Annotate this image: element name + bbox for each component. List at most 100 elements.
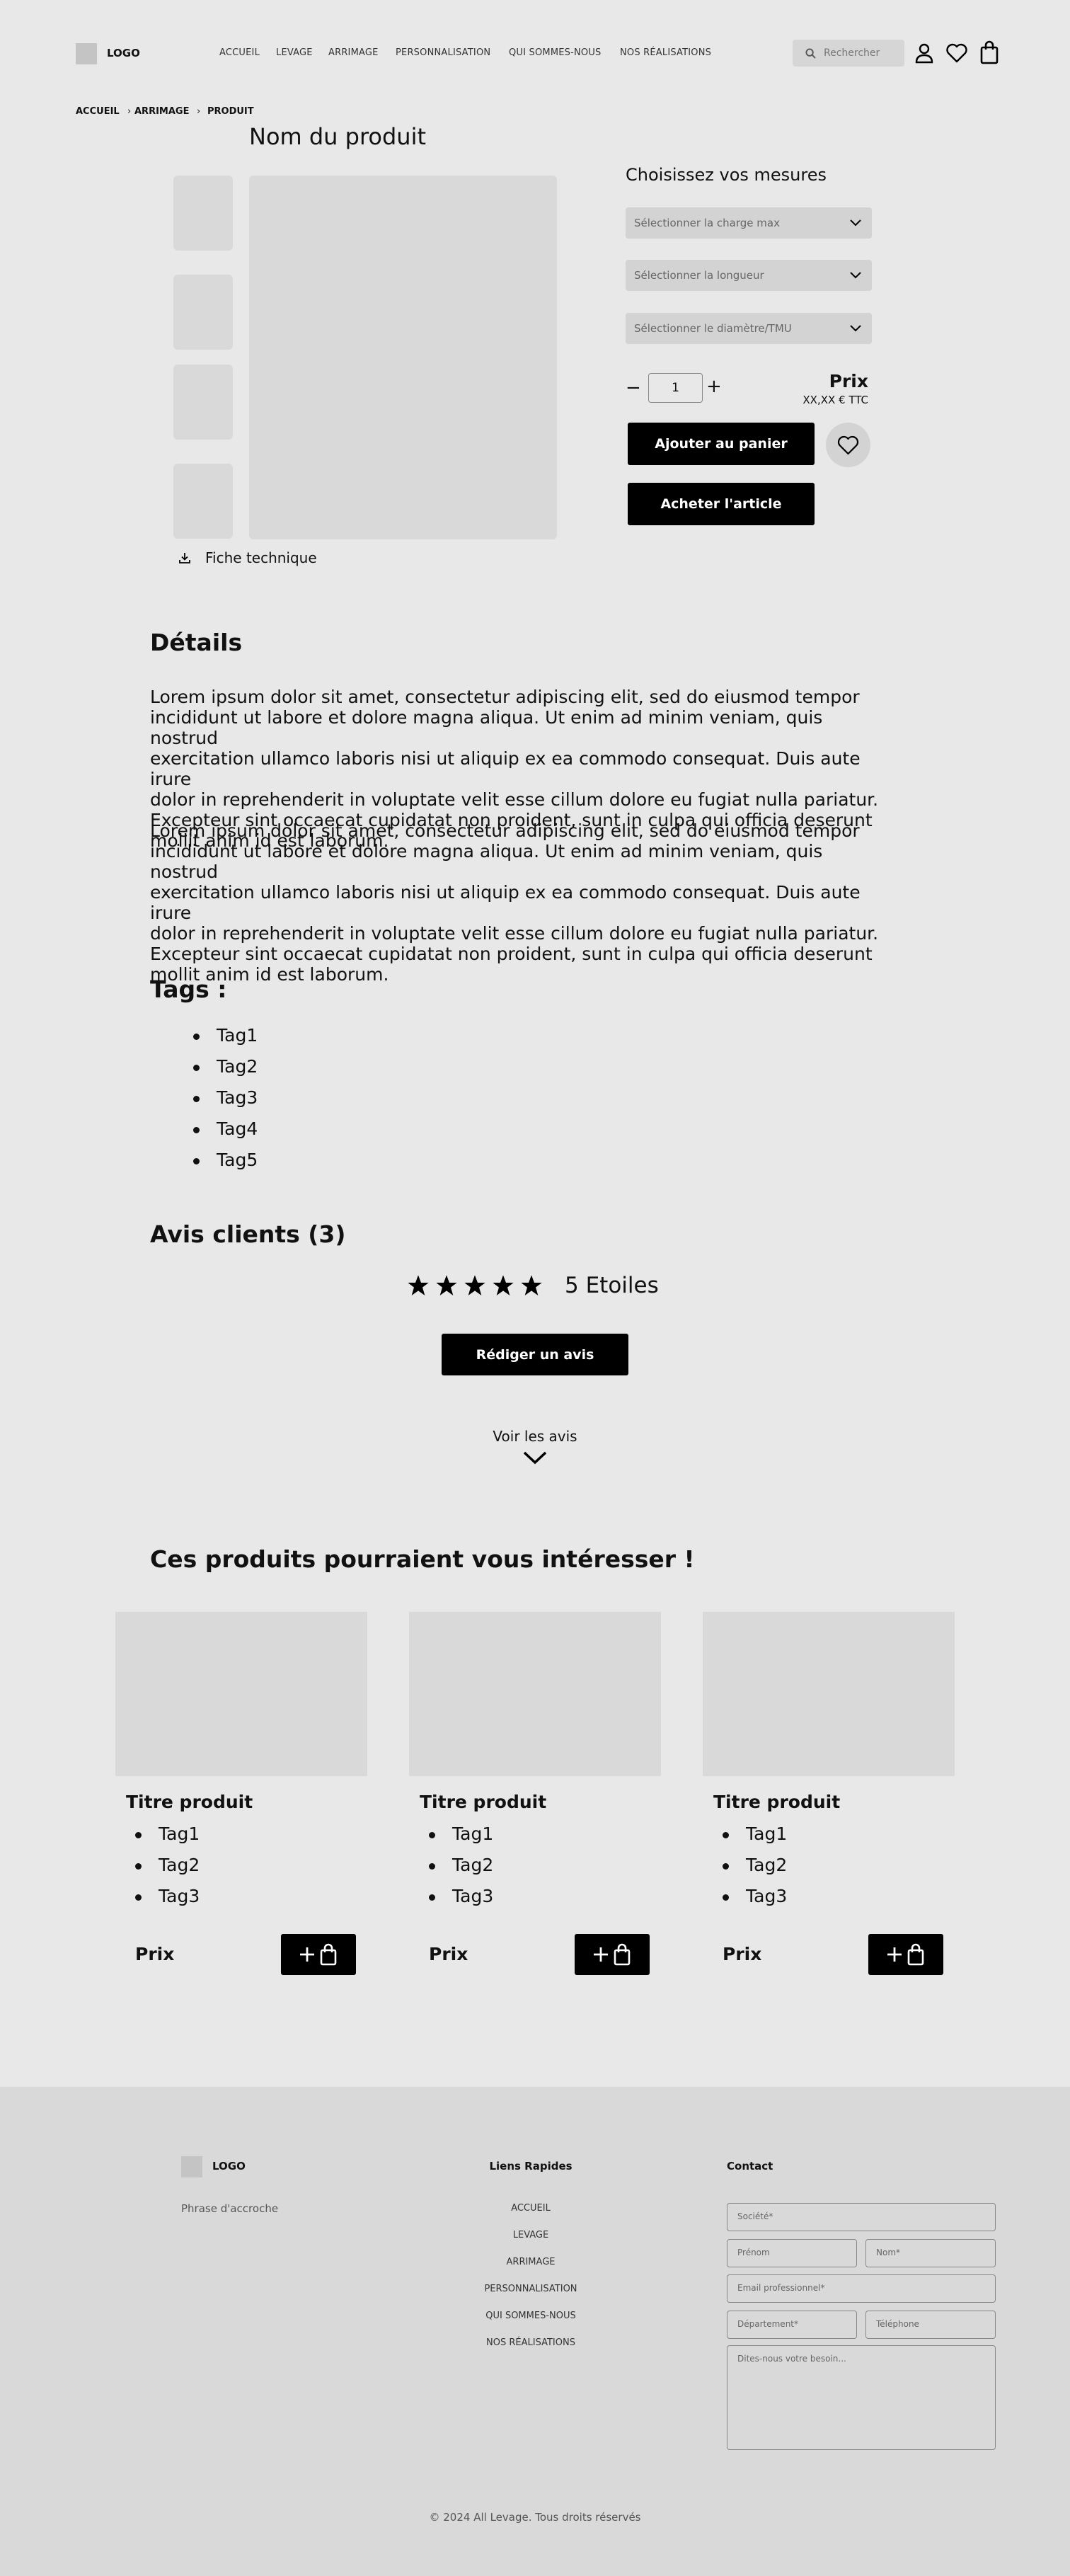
select-diametre-value: Sélectionner le diamètre/TMU: [634, 322, 792, 335]
price-value: XX,XX € TTC: [802, 394, 868, 406]
see-reviews-toggle[interactable]: Voir les avis: [464, 1428, 606, 1470]
reviews-title: Avis clients (3): [150, 1220, 346, 1248]
details-title: Détails: [150, 629, 243, 656]
product-card-tag: Tag1: [746, 1824, 788, 1844]
lastname-field[interactable]: Nom*: [865, 2239, 996, 2267]
footer-link-qui-sommes-nous[interactable]: QUI SOMMES-NOUS: [425, 2311, 637, 2321]
search-input[interactable]: Rechercher: [793, 40, 904, 67]
tag-item[interactable]: Tag2: [217, 1056, 258, 1077]
search-placeholder: Rechercher: [824, 47, 880, 59]
nav-qui-sommes-nous[interactable]: QUI SOMMES-NOUS: [509, 47, 602, 58]
buy-now-button[interactable]: Acheter l'article: [628, 483, 815, 525]
product-thumbnail[interactable]: [173, 365, 233, 440]
bullet-icon: [193, 1096, 200, 1102]
chevron-right-icon: ›: [127, 106, 132, 117]
product-card-tag: Tag2: [452, 1855, 494, 1875]
breadcrumb-arrimage[interactable]: ARRIMAGE: [134, 106, 189, 117]
bullet-icon: [723, 1894, 729, 1901]
phone-field[interactable]: Téléphone: [865, 2311, 996, 2339]
nav-personnalisation[interactable]: PERSONNALISATION: [396, 47, 490, 58]
footer-link-personnalisation[interactable]: PERSONNALISATION: [425, 2284, 637, 2294]
star-icon: [521, 1275, 542, 1295]
nav-accueil[interactable]: ACCUEIL: [219, 47, 260, 58]
firstname-placeholder: Prénom: [737, 2248, 770, 2257]
details-line: exercitation ullamco laboris nisi ut ali…: [150, 748, 861, 789]
favorite-button[interactable]: [826, 423, 870, 467]
bullet-icon: [135, 1894, 142, 1901]
wishlist-heart-icon[interactable]: [946, 43, 967, 63]
breadcrumb-produit: PRODUIT: [207, 106, 254, 117]
department-placeholder: Département*: [737, 2319, 798, 2329]
logo-image[interactable]: [76, 43, 97, 64]
quantity-decrement-button[interactable]: −: [626, 379, 641, 397]
product-card-price: Prix: [429, 1944, 468, 1964]
product-thumbnail[interactable]: [173, 275, 233, 350]
footer-logo-text[interactable]: LOGO: [212, 2160, 246, 2173]
star-icon: [493, 1275, 514, 1295]
add-to-cart-button[interactable]: [281, 1934, 356, 1975]
bullet-icon: [429, 1894, 435, 1901]
product-card-price: Prix: [723, 1944, 762, 1964]
product-card-title[interactable]: Titre produit: [713, 1792, 840, 1812]
tag-item[interactable]: Tag1: [217, 1025, 258, 1046]
chevron-right-icon: ›: [197, 106, 201, 117]
footer-logo-image[interactable]: [181, 2156, 202, 2177]
product-card-image[interactable]: [409, 1612, 661, 1776]
email-field[interactable]: Email professionnel*: [727, 2274, 996, 2303]
chevron-down-icon: [850, 325, 861, 332]
product-card-image[interactable]: [115, 1612, 367, 1776]
product-card-tag: Tag3: [159, 1886, 200, 1906]
add-to-cart-button[interactable]: Ajouter au panier: [628, 423, 815, 465]
details-line: mollit anim id est laborum.: [150, 964, 389, 985]
bullet-icon: [723, 1832, 729, 1838]
product-card-title[interactable]: Titre produit: [420, 1792, 546, 1812]
price-label: Prix: [829, 371, 868, 391]
bullet-icon: [193, 1127, 200, 1133]
product-card-title[interactable]: Titre produit: [126, 1792, 253, 1812]
nav-nos-realisations[interactable]: NOS RÉALISATIONS: [620, 47, 711, 58]
breadcrumb-accueil[interactable]: ACCUEIL: [76, 106, 120, 117]
product-card-tag: Tag3: [452, 1886, 494, 1906]
footer-link-arrimage[interactable]: ARRIMAGE: [425, 2257, 637, 2267]
bullet-icon: [193, 1158, 200, 1164]
message-textarea[interactable]: Dites-nous votre besoin...: [727, 2345, 996, 2450]
tag-item[interactable]: Tag5: [217, 1150, 258, 1170]
account-icon[interactable]: [914, 42, 934, 64]
select-charge-max[interactable]: Sélectionner la charge max: [626, 207, 872, 239]
logo-text[interactable]: LOGO: [107, 47, 140, 59]
product-card-image[interactable]: [703, 1612, 955, 1776]
heart-icon: [837, 435, 859, 455]
footer-link-accueil[interactable]: ACCUEIL: [425, 2203, 637, 2214]
nav-arrimage[interactable]: ARRIMAGE: [328, 47, 379, 58]
rating-stars: [407, 1274, 545, 1298]
measures-title: Choisissez vos mesures: [626, 165, 827, 185]
footer-link-levage[interactable]: LEVAGE: [425, 2230, 637, 2240]
rating-text: 5 Etoiles: [565, 1273, 659, 1298]
cart-bag-icon[interactable]: [979, 40, 999, 64]
product-card-tag: Tag1: [159, 1824, 200, 1844]
tag-item[interactable]: Tag4: [217, 1118, 258, 1139]
product-thumbnail[interactable]: [173, 176, 233, 251]
select-diametre[interactable]: Sélectionner le diamètre/TMU: [626, 313, 872, 344]
add-to-cart-button[interactable]: [868, 1934, 943, 1975]
product-thumbnail[interactable]: [173, 464, 233, 539]
nav-levage[interactable]: LEVAGE: [276, 47, 313, 58]
quantity-input[interactable]: 1: [648, 373, 703, 403]
add-to-cart-button[interactable]: [575, 1934, 650, 1975]
details-line: incididunt ut labore et dolore magna ali…: [150, 841, 823, 882]
company-field[interactable]: Société*: [727, 2203, 996, 2231]
star-icon: [464, 1275, 485, 1295]
chevron-down-icon: [850, 272, 861, 279]
contact-title: Contact: [727, 2160, 773, 2173]
tag-item[interactable]: Tag3: [217, 1087, 258, 1108]
quantity-increment-button[interactable]: +: [706, 377, 722, 396]
footer-link-nos-realisations[interactable]: NOS RÉALISATIONS: [425, 2337, 637, 2348]
write-review-button[interactable]: Rédiger un avis: [442, 1334, 628, 1375]
bullet-icon: [135, 1832, 142, 1838]
message-placeholder: Dites-nous votre besoin...: [737, 2354, 846, 2364]
department-field[interactable]: Département*: [727, 2311, 857, 2339]
datasheet-label: Fiche technique: [205, 549, 317, 566]
details-line: dolor in reprehenderit in voluptate veli…: [150, 923, 879, 944]
select-longueur[interactable]: Sélectionner la longueur: [626, 260, 872, 291]
firstname-field[interactable]: Prénom: [727, 2239, 857, 2267]
